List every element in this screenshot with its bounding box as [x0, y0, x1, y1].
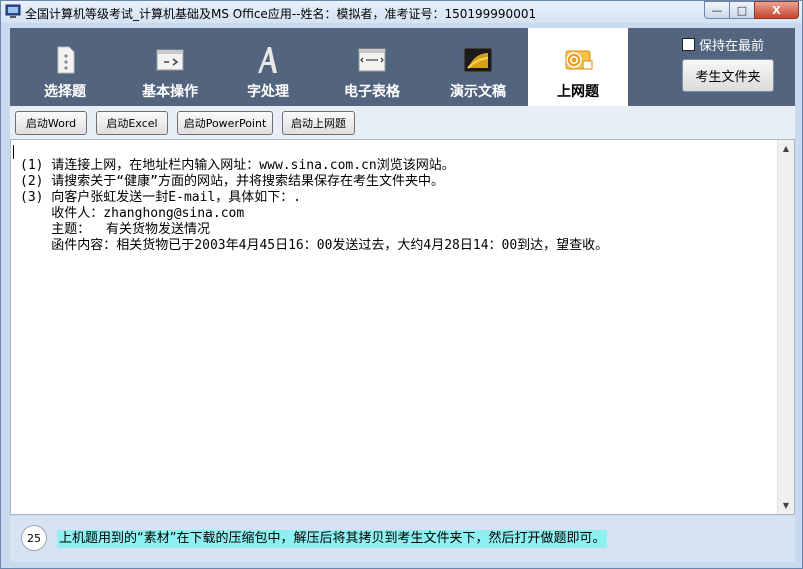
question-content-area[interactable]: (1) 请连接上网，在地址栏内输入网址：www.sina.com.cn浏览该网站…	[10, 139, 795, 515]
hint-text: 上机题用到的“素材”在下载的压缩包中，解压后将其拷贝到考生文件夹下，然后打开做题…	[57, 530, 608, 548]
student-folder-button[interactable]: 考生文件夹	[682, 59, 774, 92]
tab-internet[interactable]: 上网题	[528, 28, 628, 106]
question-tabs-bar: 选择题 基本操作 字处理 电子表格 演示文稿 上网题 保持在最前 考生文件夹	[10, 28, 795, 106]
close-button[interactable]: X	[754, 1, 799, 19]
text-caret	[13, 145, 14, 159]
launch-internet-button[interactable]: 启动上网题	[282, 111, 355, 135]
tab-basic-operation[interactable]: 基本操作	[120, 28, 220, 106]
minimize-icon: —	[711, 3, 723, 17]
tab-label: 字处理	[247, 84, 289, 100]
spreadsheet-icon	[358, 48, 386, 72]
tab-label: 演示文稿	[450, 84, 506, 100]
minimize-button[interactable]: —	[704, 1, 730, 19]
letter-a-icon	[258, 47, 277, 73]
question-counter-badge: 25	[21, 525, 47, 551]
app-window: 全国计算机等级考试_计算机基础及MS Office应用--姓名：模拟者，准考证号…	[0, 0, 803, 569]
always-on-top-checkbox[interactable]	[682, 38, 695, 51]
vertical-scrollbar[interactable]: ▲ ▼	[777, 140, 794, 514]
window-operation-icon	[156, 49, 184, 71]
close-icon: X	[772, 3, 781, 17]
tab-word-processing[interactable]: 字处理	[220, 28, 316, 106]
question-text: (1) 请连接上网，在地址栏内输入网址：www.sina.com.cn浏览该网站…	[20, 158, 608, 254]
launch-word-button[interactable]: 启动Word	[15, 111, 87, 135]
question-line: 收件人：zhanghong@sina.com	[20, 206, 245, 221]
tab-label: 电子表格	[344, 84, 400, 100]
window-title: 全国计算机等级考试_计算机基础及MS Office应用--姓名：模拟者，准考证号…	[25, 7, 537, 21]
launch-powerpoint-button[interactable]: 启动PowerPoint	[177, 111, 273, 135]
outlook-icon	[565, 50, 593, 70]
tab-label: 上网题	[557, 84, 599, 100]
tab-label: 选择题	[44, 84, 86, 100]
launch-excel-button[interactable]: 启动Excel	[96, 111, 168, 135]
scroll-up-arrow-icon[interactable]: ▲	[778, 140, 794, 157]
always-on-top-label: 保持在最前	[699, 39, 765, 54]
title-bar[interactable]: 全国计算机等级考试_计算机基础及MS Office应用--姓名：模拟者，准考证号…	[1, 1, 802, 23]
tab-choice-questions[interactable]: 选择题	[10, 28, 120, 106]
always-on-top-option[interactable]: 保持在最前	[682, 35, 764, 54]
tab-spreadsheet[interactable]: 电子表格	[316, 28, 428, 106]
launch-toolbar: 启动Word 启动Excel 启动PowerPoint 启动上网题	[10, 106, 795, 139]
maximize-button[interactable]: □	[729, 1, 755, 19]
maximize-icon: □	[736, 3, 748, 17]
presentation-icon	[463, 47, 493, 73]
tab-label: 基本操作	[142, 84, 198, 100]
app-icon	[5, 4, 21, 18]
question-line: (3) 向客户张虹发送一封E-mail，具体如下：.	[20, 190, 302, 205]
scroll-down-arrow-icon[interactable]: ▼	[778, 497, 794, 514]
status-footer: 25 上机题用到的“素材”在下载的压缩包中，解压后将其拷贝到考生文件夹下，然后打…	[10, 516, 795, 562]
question-line: (2) 请搜索关于“健康”方面的网站，并将搜索结果保存在考生文件夹中。	[20, 174, 444, 189]
question-line: (1) 请连接上网，在地址栏内输入网址：www.sina.com.cn浏览该网站…	[20, 158, 455, 173]
tab-presentation[interactable]: 演示文稿	[428, 28, 528, 106]
question-line: 函件内容：相关货物已于2003年4月45日16：00发送过去，大约4月28日14…	[20, 238, 609, 253]
document-icon	[57, 46, 75, 74]
question-line: 主题： 有关货物发送情况	[20, 222, 210, 237]
